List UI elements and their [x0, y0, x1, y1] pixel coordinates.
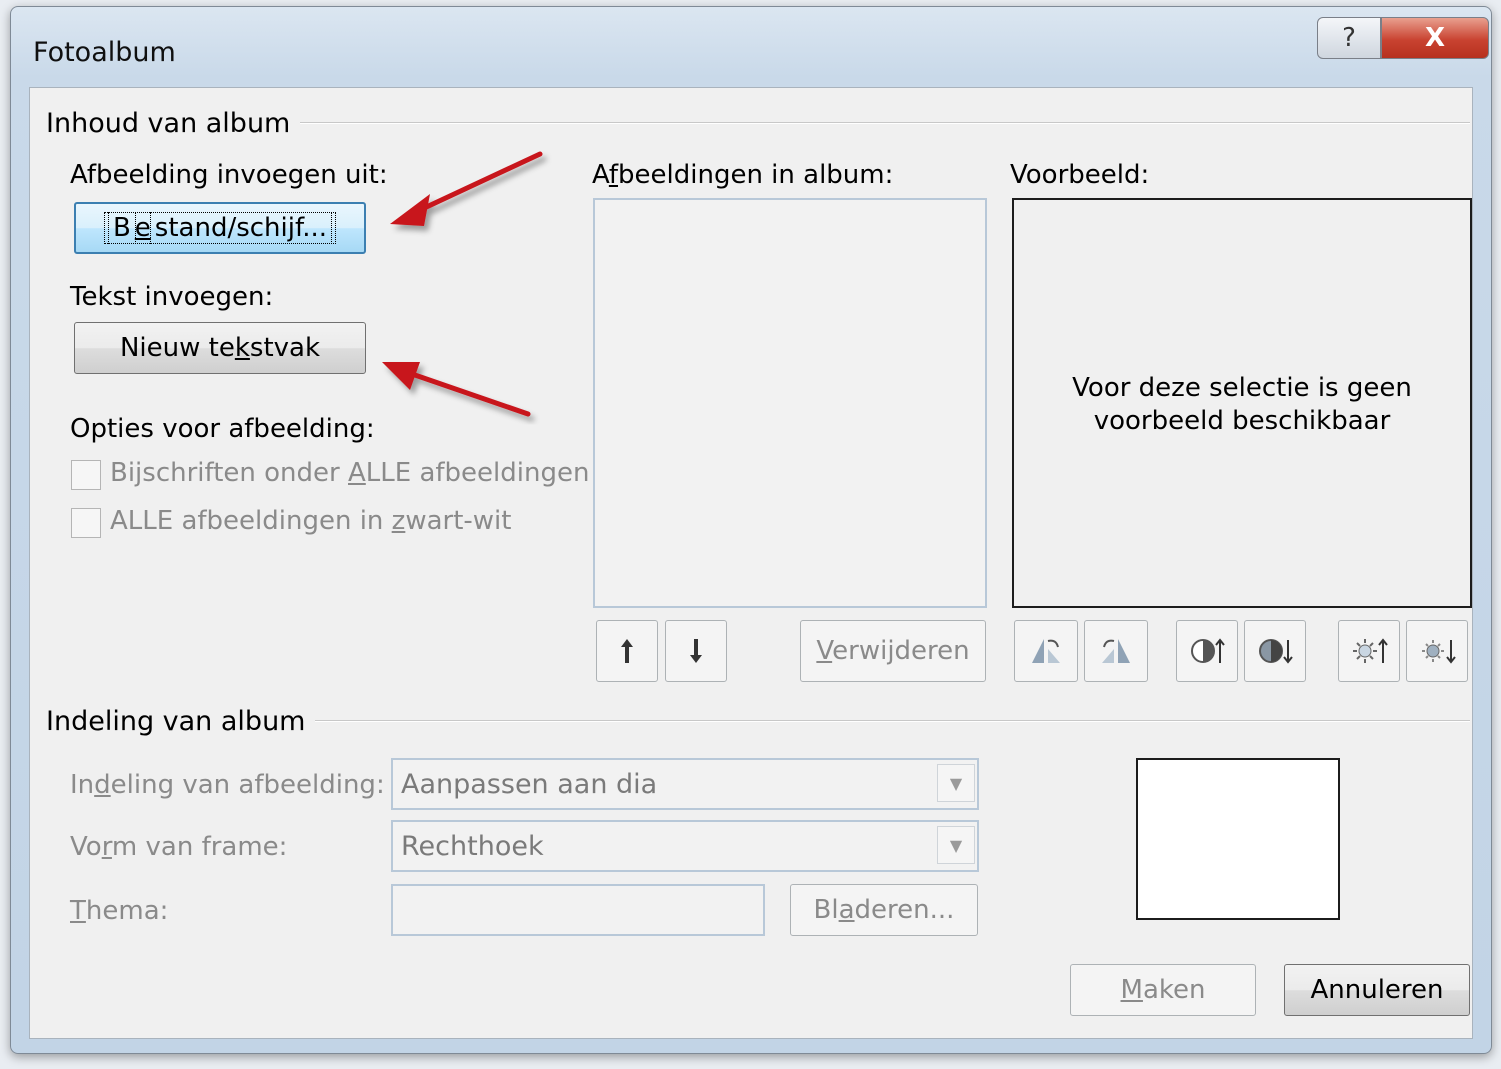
brightness-down-button[interactable]: [1406, 620, 1468, 682]
insert-picture-label: Afbeelding invoegen uit:: [70, 160, 388, 190]
browse-button-text: Bladeren...: [813, 895, 955, 925]
remove-button-text: Verwijderen: [816, 636, 970, 666]
rotate-left-button[interactable]: [1014, 620, 1078, 682]
picture-layout-value: Aanpassen aan dia: [401, 768, 658, 800]
new-textbox-button-text: Nieuw tekstvak: [119, 333, 321, 363]
insert-text-label: Tekst invoegen:: [70, 282, 274, 312]
title-bar-buttons: ? X: [1317, 17, 1489, 59]
arrow-up-icon: [621, 639, 633, 663]
preview-message-line1: Voor deze selectie is geen: [1072, 373, 1412, 403]
preview-pane: Voor deze selectie is geen voorbeeld bes…: [1012, 198, 1472, 608]
frame-shape-select[interactable]: Rechthoek ▼: [391, 820, 979, 872]
preview-message-line2: voorbeeld beschikbaar: [1093, 406, 1391, 436]
help-icon: ?: [1342, 23, 1356, 53]
remove-button[interactable]: Verwijderen: [800, 620, 986, 682]
layout-group-label: Indeling van album: [46, 706, 316, 737]
contrast-down-icon: [1259, 639, 1293, 664]
brightness-down-icon: [1422, 640, 1456, 664]
move-down-button[interactable]: [665, 620, 727, 682]
theme-input[interactable]: [391, 884, 765, 936]
rotate-left-icon: [1032, 639, 1060, 663]
rotate-right-button[interactable]: [1084, 620, 1148, 682]
preview-message: Voor deze selectie is geen voorbeeld bes…: [1014, 372, 1470, 438]
chevron-down-icon[interactable]: ▼: [937, 826, 975, 864]
content-group-label: Inhoud van album: [46, 108, 301, 139]
pictures-in-album-label: Afbeeldingen in album:: [592, 160, 894, 190]
close-button[interactable]: X: [1381, 17, 1489, 59]
pictures-in-album-list[interactable]: [593, 198, 987, 608]
cancel-button[interactable]: Annuleren: [1284, 964, 1470, 1016]
close-icon: X: [1424, 23, 1446, 53]
contrast-down-button[interactable]: [1244, 620, 1306, 682]
black-white-checkbox[interactable]: [71, 508, 101, 538]
browse-button[interactable]: Bladeren...: [790, 884, 978, 936]
contrast-up-button[interactable]: [1176, 620, 1238, 682]
preview-label: Voorbeeld:: [1010, 160, 1150, 190]
arrow-down-icon: [690, 639, 702, 663]
contrast-up-icon: [1191, 638, 1225, 663]
captions-checkbox-label: Bijschriften onder ALLE afbeeldingen: [110, 458, 590, 488]
create-button-text: Maken: [1120, 975, 1206, 1005]
help-button[interactable]: ?: [1317, 17, 1381, 59]
picture-options-label: Opties voor afbeelding:: [70, 414, 375, 444]
frame-shape-label: Vorm van frame:: [70, 832, 288, 862]
brightness-up-button[interactable]: [1338, 620, 1400, 682]
file-disk-button-text: Be stand/schijf...: [103, 212, 337, 244]
fotoalbum-dialog: Fotoalbum ? X Inhoud van album Afbeeldin…: [10, 6, 1492, 1054]
chevron-down-icon[interactable]: ▼: [937, 764, 975, 802]
black-white-checkbox-label: ALLE afbeeldingen in zwart-wit: [110, 506, 512, 536]
picture-layout-select[interactable]: Aanpassen aan dia ▼: [391, 758, 979, 810]
layout-preview-thumbnail: [1136, 758, 1340, 920]
dialog-title: Fotoalbum: [33, 37, 176, 68]
rotate-right-icon: [1102, 639, 1130, 663]
theme-label: Thema:: [70, 896, 169, 926]
new-textbox-button[interactable]: Nieuw tekstvak: [74, 322, 366, 374]
picture-layout-label: Indeling van afbeelding:: [70, 770, 385, 800]
create-button[interactable]: Maken: [1070, 964, 1256, 1016]
brightness-up-icon: [1353, 638, 1388, 663]
move-up-button[interactable]: [596, 620, 658, 682]
file-disk-button[interactable]: Be stand/schijf...: [74, 202, 366, 254]
frame-shape-value: Rechthoek: [401, 830, 544, 862]
dialog-body: Inhoud van album Afbeelding invoegen uit…: [29, 87, 1473, 1039]
captions-checkbox[interactable]: [71, 460, 101, 490]
